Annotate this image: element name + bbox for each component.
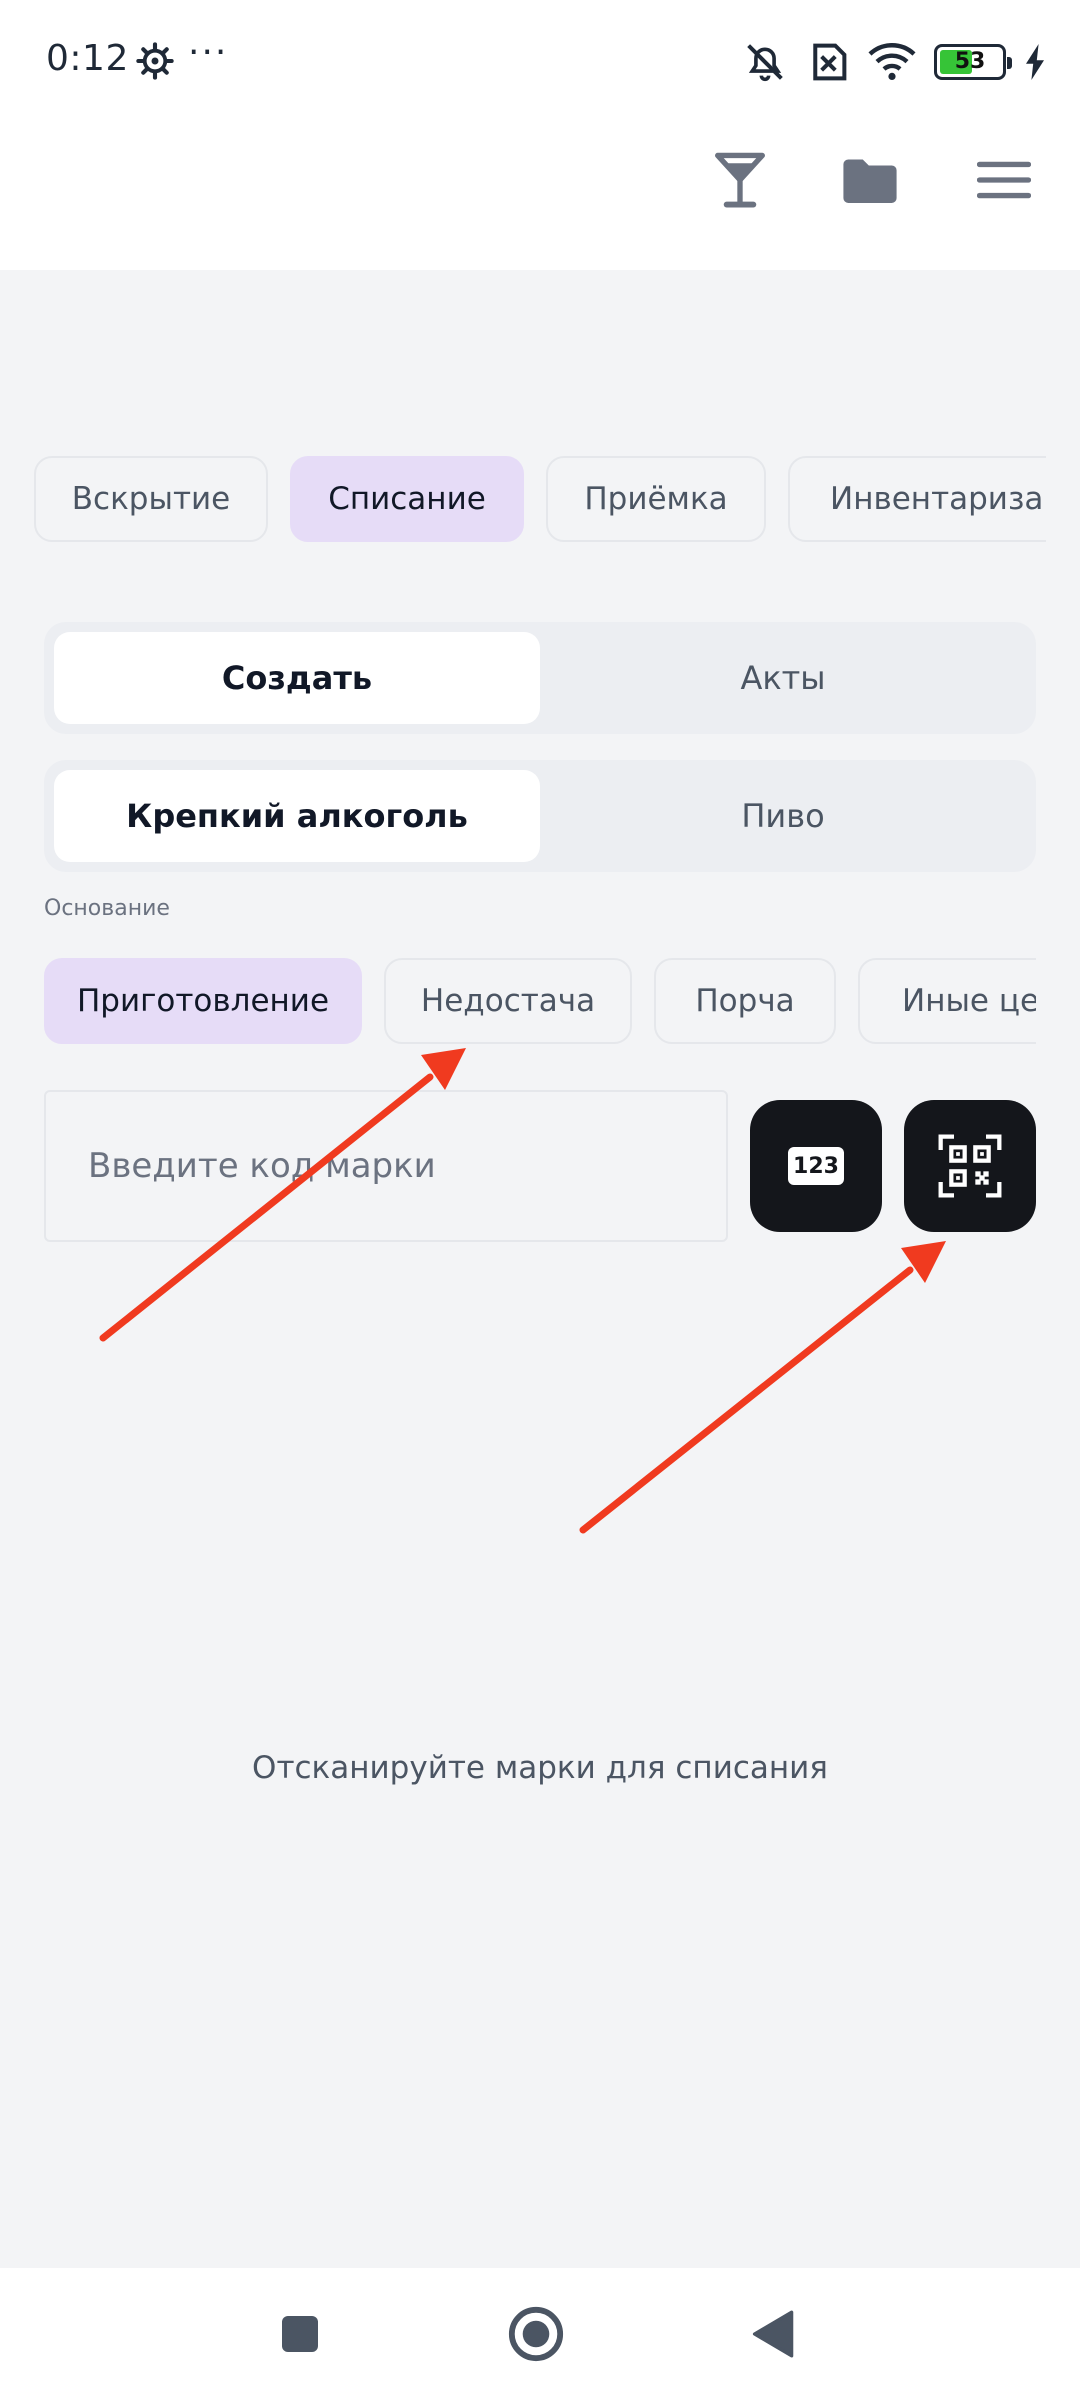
recents-square-icon[interactable]: [264, 2298, 336, 2370]
empty-state-message: Отсканируйте марки для списания: [252, 1750, 828, 1786]
folder-icon[interactable]: [830, 140, 910, 220]
top-area: 0:12 ··· 53: [0, 0, 1080, 270]
status-icons: 53: [742, 40, 1046, 84]
basis-shortage[interactable]: Недостача: [384, 958, 632, 1044]
status-time: 0:12: [46, 38, 129, 79]
back-triangle-icon[interactable]: [736, 2298, 808, 2370]
arrow-to-scan: [579, 1241, 946, 1534]
system-nav-bar: [0, 2268, 1080, 2400]
wifi-icon: [868, 43, 916, 80]
mark-code-input[interactable]: [44, 1090, 728, 1242]
status-bar: 0:12 ··· 53: [0, 0, 1080, 120]
battery-level: 53: [954, 49, 986, 74]
basis-label: Основание: [44, 896, 170, 921]
segment-create[interactable]: Создать: [54, 632, 540, 724]
gear-icon: [136, 42, 174, 80]
basis-other[interactable]: Иные цел: [858, 958, 1036, 1044]
home-circle-icon[interactable]: [500, 2298, 572, 2370]
tab-inventory[interactable]: Инвентаризац: [788, 456, 1046, 542]
mute-icon: [747, 44, 783, 82]
tab-write-off[interactable]: Списание: [290, 456, 524, 542]
basis-damage[interactable]: Порча: [654, 958, 836, 1044]
header-toolbar: [0, 140, 1080, 220]
overflow-dots: ···: [188, 32, 229, 73]
cocktail-glass-icon[interactable]: [700, 140, 780, 220]
qr-code-icon: [938, 1134, 1002, 1198]
battery-icon: 53: [934, 44, 1012, 80]
type-segmented-control: Крепкий алкоголь Пиво: [44, 760, 1036, 872]
tab-opening[interactable]: Вскрытие: [34, 456, 268, 542]
tab-acceptance[interactable]: Приёмка: [546, 456, 766, 542]
segment-acts[interactable]: Акты: [540, 632, 1026, 724]
app-screen: 0:12 ··· 53 Вскрытие Списание Приёмка Ин…: [0, 0, 1080, 2400]
charging-icon: [1026, 44, 1044, 80]
qr-scan-button[interactable]: [904, 1100, 1036, 1232]
basis-preparation[interactable]: Приготовление: [44, 958, 362, 1044]
numeric-entry-button[interactable]: 123: [750, 1100, 882, 1232]
sim-blocked-icon: [813, 43, 847, 81]
basis-chips: Приготовление Недостача Порча Иные цел: [44, 958, 1036, 1046]
category-tabs: Вскрытие Списание Приёмка Инвентаризац: [34, 456, 1046, 544]
action-segmented-control: Создать Акты: [44, 622, 1036, 734]
hamburger-menu-icon[interactable]: [964, 140, 1044, 220]
segment-strong-alcohol[interactable]: Крепкий алкоголь: [54, 770, 540, 862]
numeric-keypad-icon: 123: [788, 1147, 844, 1185]
segment-beer[interactable]: Пиво: [540, 770, 1026, 862]
